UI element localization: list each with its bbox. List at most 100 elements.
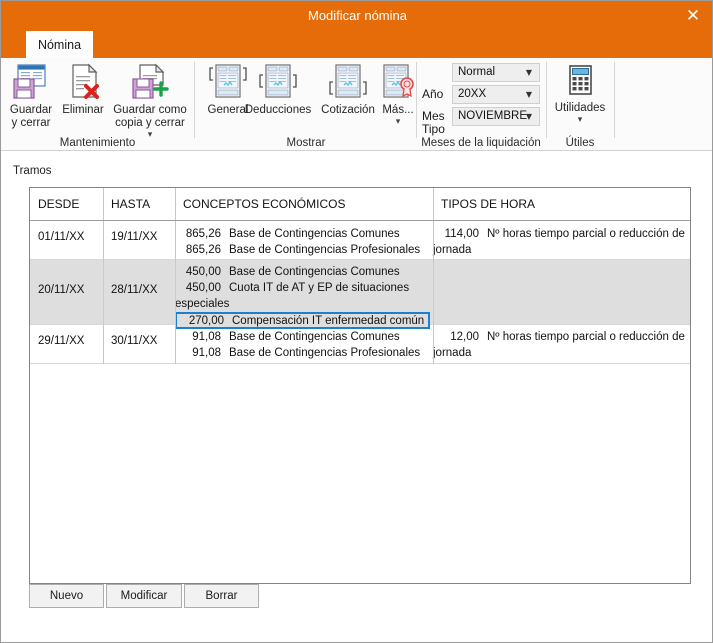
modify-button[interactable]: Modificar [106,584,182,608]
type-value: Normal [458,66,496,78]
more-report-seal-icon [375,62,421,102]
save-copy-icon [109,62,191,102]
row-divider-2 [175,325,176,364]
deductions-button[interactable]: Deducciones [235,62,321,117]
ribbon: Guardar y cerrar Eliminar Guardar como c… [1,58,712,151]
year-value: 20XX [458,88,487,100]
concept-desc: Base de Contingencias Comunes [229,228,400,240]
save-as-copy-and-close-button[interactable]: Guardar como copia y cerrar ▾ [109,62,191,140]
more-button[interactable]: Más... ▾ [375,62,421,127]
cell-desde: 01/11/XX [38,231,85,243]
utilities-label: Utilidades [554,102,606,114]
concept-amount: 91,08 [192,347,221,359]
cell-conceptos: 91,08 Base de Contingencias Comunes 91,08… [175,329,433,361]
row-divider-3 [433,260,434,325]
chevron-down-icon[interactable]: ▾ [549,116,611,125]
concept-amount: 450,00 [185,282,221,294]
concept-amount: 865,26 [185,228,221,240]
month-select[interactable]: NOVIEMBRE ▼ [452,107,540,126]
window-title: Modificar nómina [308,8,407,23]
table-row[interactable]: 20/11/XX 28/11/XX 450,00 Base de Continge… [30,260,690,329]
save-and-close-label-line1: Guardar [9,104,53,116]
cell-tipos-hora: 12,00 Nº horas tiempo parcial o reducción… [433,329,685,361]
hour-amount: 114,00 [444,228,479,240]
title-bar: Modificar nómina ✕ [1,1,712,31]
delete-label: Eliminar [62,104,104,116]
group-separator-3 [546,62,547,138]
contribution-label: Cotización [321,104,375,116]
table-header-row: DESDE HASTA CONCEPTOS ECONÓMICOS TIPOS D… [30,188,690,221]
save-and-close-label-line2: y cerrar [11,117,51,129]
header-divider-2 [175,188,176,220]
cell-hasta: 19/11/XX [111,231,158,243]
utilities-button[interactable]: Utilidades ▾ [549,64,611,125]
column-header-tipos[interactable]: TIPOS DE HORA [433,188,690,220]
tab-nomina[interactable]: Nómina [26,31,93,58]
row-divider-1 [103,325,104,364]
column-header-hasta[interactable]: HASTA [103,188,175,220]
cell-conceptos: 865,26 Base de Contingencias Comunes 865,… [175,226,433,258]
row-divider-3 [433,221,434,260]
calculator-icon [549,64,611,100]
chevron-down-icon[interactable]: ▼ [522,108,536,125]
header-divider-1 [103,188,104,220]
delete-button[interactable]: Borrar [184,584,259,608]
group-label-mostrar: Mostrar [286,137,326,149]
group-label-mantenimiento: Mantenimiento [59,137,136,149]
year-label: Año [422,87,444,101]
type-select[interactable]: Normal ▼ [452,63,540,82]
concept-desc: Base de Contingencias Comunes [229,266,400,278]
close-icon[interactable]: ✕ [676,1,710,31]
concept-amount: 865,26 [185,244,221,256]
year-select[interactable]: 20XX ▼ [452,85,540,104]
chevron-down-icon[interactable]: ▼ [522,64,536,81]
tramos-table: DESDE HASTA CONCEPTOS ECONÓMICOS TIPOS D… [29,187,691,584]
save-as-copy-label-line2: copia y cerrar [115,117,185,129]
delete-document-icon [58,62,108,102]
section-label-tramos: Tramos [13,165,52,177]
chevron-down-icon[interactable]: ▼ [522,86,536,103]
cell-desde: 29/11/XX [38,335,85,347]
concept-amount: 91,08 [192,331,221,343]
more-label: Más... [382,104,414,116]
deductions-label: Deducciones [244,104,312,116]
cell-hasta: 30/11/XX [111,335,158,347]
cell-desde: 20/11/XX [38,284,85,296]
save-and-close-button[interactable]: Guardar y cerrar [5,62,57,130]
table-empty-area[interactable] [30,364,690,574]
save-close-icon [5,62,57,102]
row-divider-2 [175,260,176,325]
concept-desc: Base de Contingencias Profesionales [229,244,421,256]
column-header-conceptos[interactable]: CONCEPTOS ECONÓMICOS [175,188,433,220]
row-divider-1 [103,221,104,260]
table-row[interactable]: 01/11/XX 19/11/XX 865,26 Base de Continge… [30,221,690,260]
cell-conceptos: 450,00 Base de Contingencias Comunes 450,… [175,264,433,330]
cell-hasta: 28/11/XX [111,284,158,296]
chevron-down-icon[interactable]: ▾ [375,118,421,127]
row-divider-3 [433,325,434,364]
save-as-copy-label-line1: Guardar como [113,104,187,116]
cell-tipos-hora: 114,00 Nº horas tiempo parcial o reducció… [433,226,685,258]
row-divider-1 [103,260,104,325]
delete-button[interactable]: Eliminar [58,62,108,117]
ribbon-tab-strip: Nómina [1,31,712,58]
table-row[interactable]: 29/11/XX 30/11/XX 91,08 Base de Contingen… [30,325,690,364]
hour-amount: 12,00 [450,331,479,343]
concept-amount: 450,00 [185,266,221,278]
header-divider-3 [433,188,434,220]
month-label: Mes [422,109,445,123]
group-label-meses: Meses de la liquidación [421,137,541,149]
group-separator-1 [194,62,195,138]
concept-desc: Base de Contingencias Profesionales [229,347,421,359]
concept-desc: Base de Contingencias Comunes [229,331,400,343]
new-button[interactable]: Nuevo [29,584,104,608]
group-label-utiles: Útiles [565,137,595,149]
column-header-desde[interactable]: DESDE [30,188,103,220]
group-separator-2 [416,62,417,138]
modify-payroll-dialog: Modificar nómina ✕ Nómina Guardar y cerr… [0,0,713,643]
contribution-button[interactable]: Cotización [315,62,381,117]
deductions-report-icon [235,62,321,102]
group-separator-4 [614,62,615,138]
contribution-report-icon [315,62,381,102]
month-value: NOVIEMBRE [458,110,528,122]
